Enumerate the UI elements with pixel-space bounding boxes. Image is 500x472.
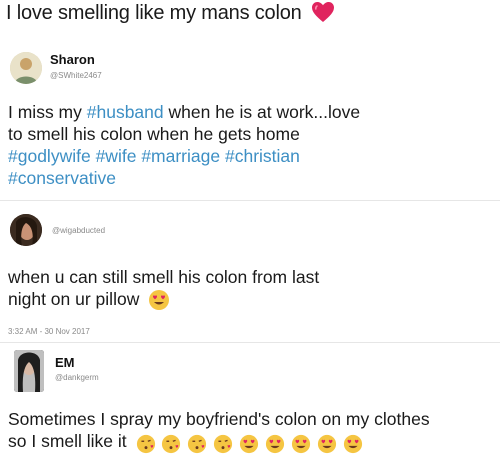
heart-eyes-icon	[239, 434, 259, 453]
heart-eyes-icon	[291, 434, 310, 453]
tweet2-handle[interactable]: @wigabducted	[52, 226, 105, 235]
divider	[0, 200, 500, 201]
hashtag-husband[interactable]: #husband	[87, 102, 164, 122]
tweet1-name[interactable]: Sharon	[50, 52, 95, 67]
hashtag-conservative[interactable]: #conservative	[8, 168, 116, 188]
heart-eyes-icon	[343, 434, 362, 453]
kissing-heart-icon	[162, 434, 181, 453]
tweet3-handle[interactable]: @dankgerm	[55, 373, 99, 382]
kissing-heart-icon	[136, 434, 155, 453]
caption: I love smelling like my mans colon	[6, 1, 335, 25]
divider	[0, 342, 500, 343]
tweet1-text: I miss my #husband when he is at work...…	[8, 101, 360, 189]
avatar[interactable]	[10, 214, 42, 246]
tweet3-line: so I smell like it	[8, 431, 127, 451]
tweet2-line: night on ur pillow	[8, 289, 140, 309]
tweet1-handle[interactable]: @SWhite2467	[50, 71, 102, 80]
tweet3-text: Sometimes I spray my boyfriend's colon o…	[8, 408, 430, 454]
avatar[interactable]	[14, 350, 44, 392]
sharon-avatar-icon	[10, 52, 42, 84]
tweet2-line: when u can still smell his colon from la…	[8, 267, 320, 287]
wigabducted-avatar-icon	[10, 214, 42, 246]
emoji-row	[136, 431, 364, 453]
heart-emoji-icon	[311, 1, 334, 22]
heart-eyes-icon	[317, 434, 336, 453]
hashtag-marriage[interactable]: #marriage	[141, 146, 220, 166]
kissing-heart-icon	[188, 434, 207, 453]
dankgerm-avatar-icon	[14, 350, 44, 392]
tweet3-line: Sometimes I spray my boyfriend's colon o…	[8, 409, 430, 429]
tweet2-timestamp[interactable]: 3:32 AM - 30 Nov 2017	[8, 327, 90, 336]
tweet1-text-part: when he is at work...love	[163, 102, 361, 122]
hashtag-godlywife[interactable]: #godlywife	[8, 146, 91, 166]
heart-eyes-icon	[149, 290, 170, 311]
caption-text: I love smelling like my mans colon	[6, 2, 302, 24]
hashtag-wife[interactable]: #wife	[96, 146, 137, 166]
avatar[interactable]	[10, 52, 42, 84]
tweet2-text: when u can still smell his colon from la…	[8, 266, 319, 311]
heart-eyes-icon	[265, 434, 284, 453]
tweet1-text-part: I miss my	[8, 102, 87, 122]
kissing-heart-icon	[214, 434, 233, 453]
hashtag-christian[interactable]: #christian	[225, 146, 300, 166]
tweet3-name[interactable]: EM	[55, 355, 75, 370]
tweet1-text-part: to smell his colon when he gets home	[8, 124, 300, 144]
